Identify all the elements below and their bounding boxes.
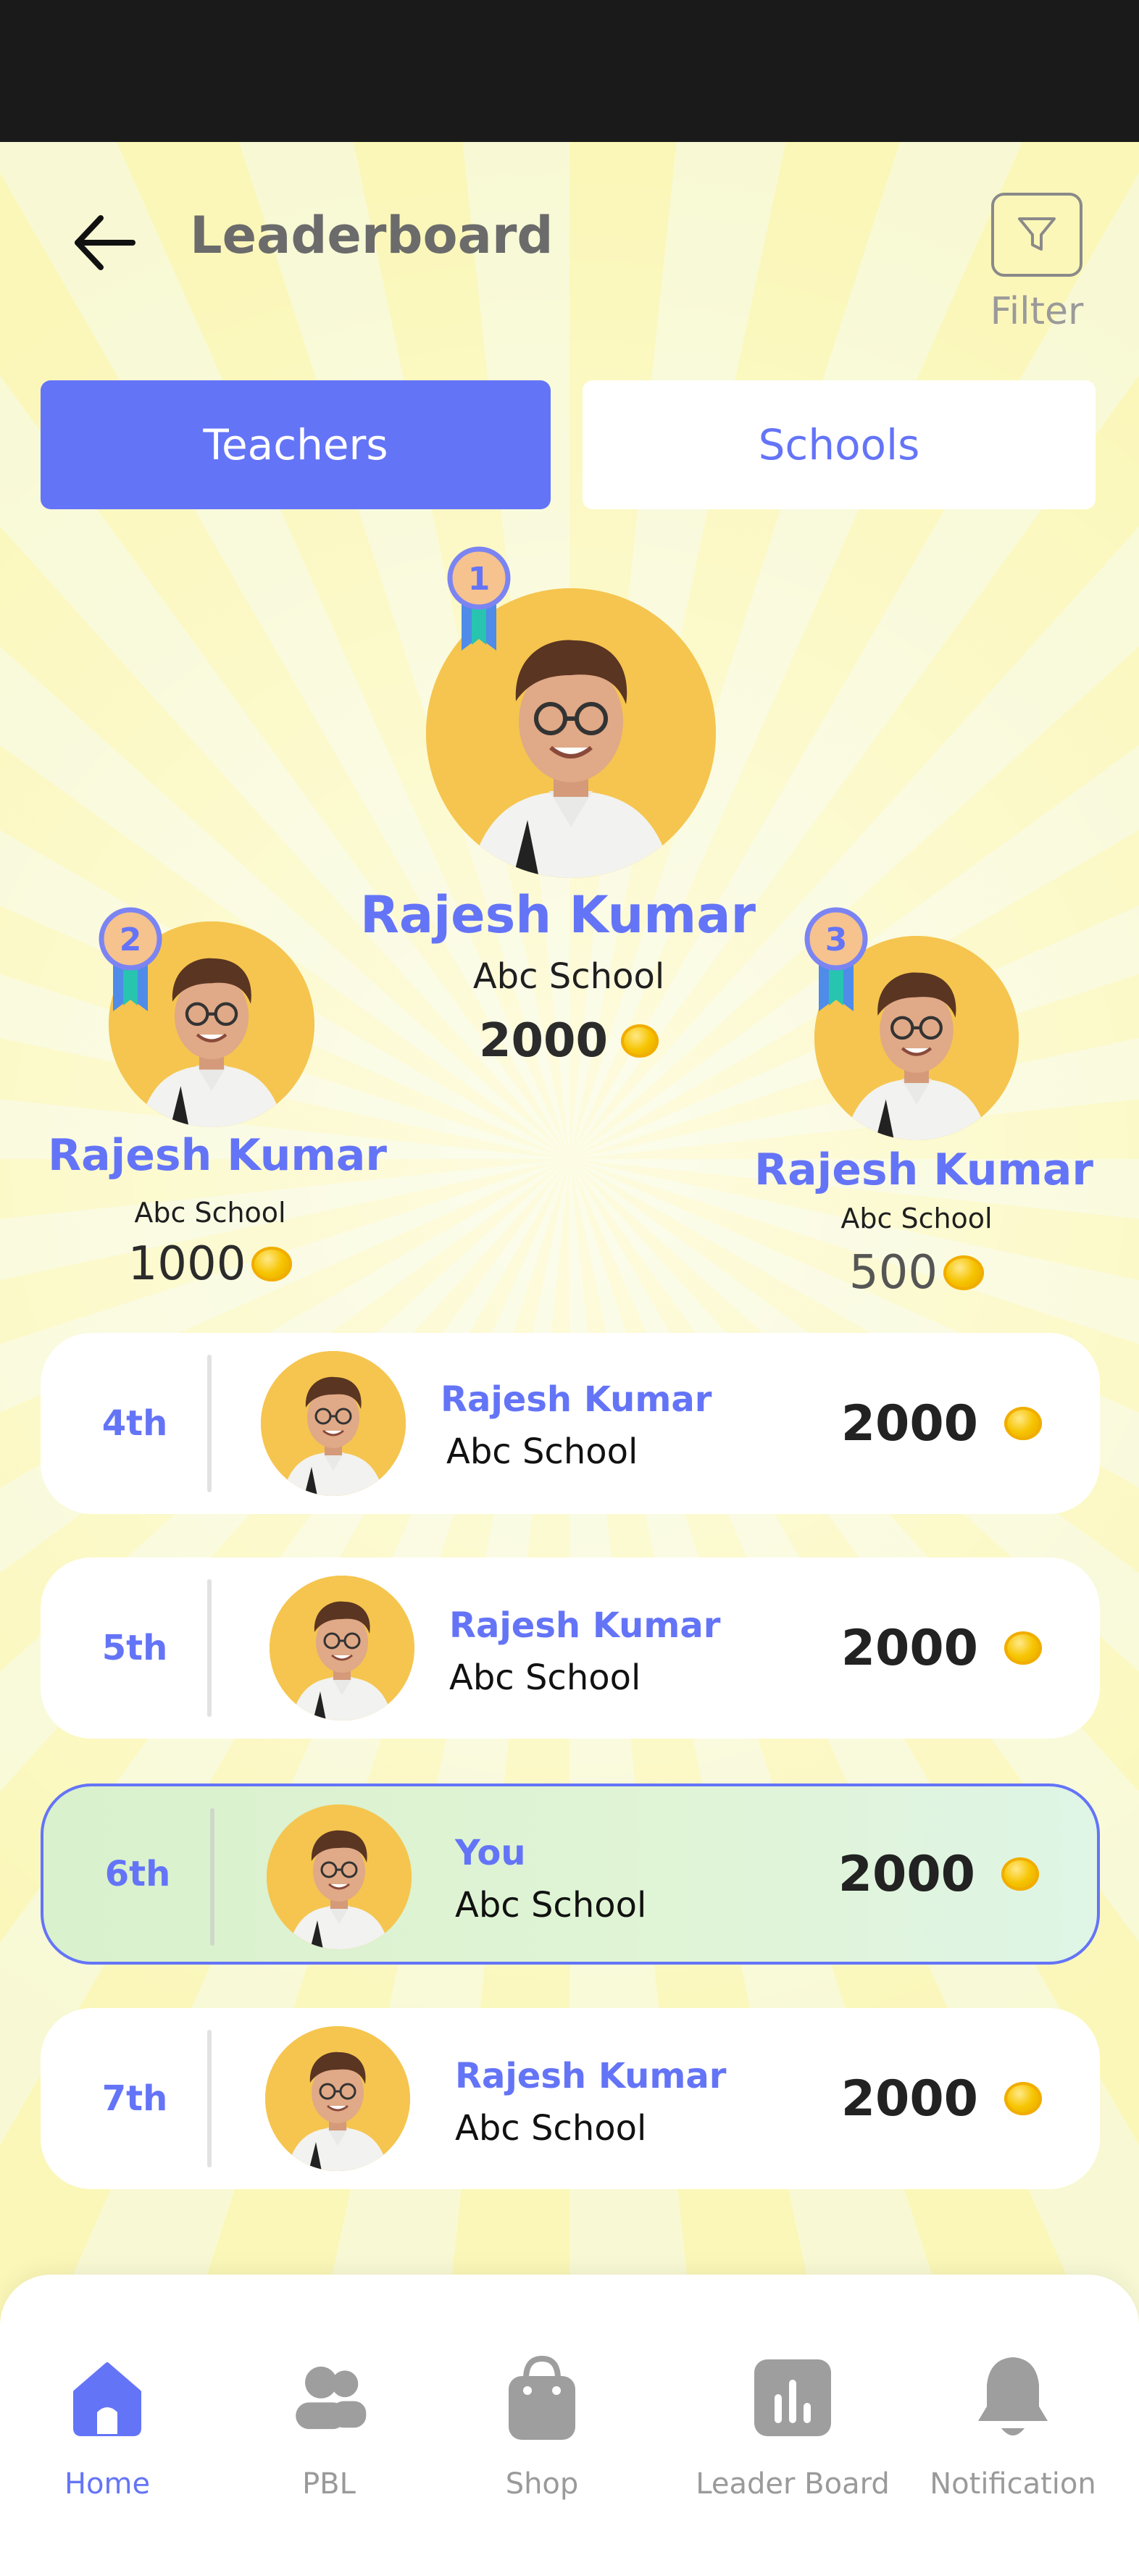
rank-row[interactable]: 5th Rajesh Kumar Abc School 2000	[41, 1557, 1100, 1739]
nav-shop-label: Shop	[505, 2467, 579, 2501]
tab-schools-label: Schools	[758, 420, 920, 469]
filter-label: Filter	[990, 290, 1084, 333]
divider	[210, 1808, 214, 1946]
second-place-points-value: 1000	[128, 1237, 246, 1291]
avatar	[267, 1805, 412, 1949]
third-place-name: Rajesh Kumar	[754, 1145, 1094, 1195]
rank-points-value: 2000	[840, 2070, 978, 2128]
nav-shop[interactable]: Shop	[455, 2354, 629, 2501]
medal-first-icon: 1	[446, 545, 512, 656]
first-place-school: Abc School	[472, 956, 665, 997]
nav-leader-board-label: Leader Board	[696, 2467, 890, 2501]
back-button[interactable]	[64, 203, 143, 283]
rank-name: Rajesh Kumar	[441, 1379, 712, 1420]
coin-icon	[1004, 1631, 1042, 1665]
rank-name: Rajesh Kumar	[455, 2056, 727, 2096]
second-place-name: Rajesh Kumar	[47, 1130, 388, 1181]
rank-school: Abc School	[455, 2108, 647, 2149]
medal-third-number: 3	[825, 921, 848, 958]
users-icon	[289, 2354, 369, 2441]
nav-home[interactable]: Home	[20, 2354, 194, 2501]
medal-second-icon: 2	[97, 906, 164, 1017]
coin-icon	[251, 1247, 293, 1281]
arrow-left-icon	[75, 215, 135, 270]
rank-position: 5th	[101, 1628, 168, 1668]
first-place-points-value: 2000	[478, 1014, 609, 1068]
tab-teachers-label: Teachers	[203, 420, 388, 469]
avatar	[261, 1351, 406, 1496]
nav-notification-label: Notification	[930, 2467, 1096, 2501]
leaderboard-screen: Leaderboard Filter Teachers Schools 1 Ra…	[0, 0, 1139, 2576]
rank-position: 4th	[101, 1403, 168, 1444]
filter-icon	[1018, 217, 1056, 251]
person-photo	[267, 1805, 412, 1949]
rank-school: Abc School	[455, 1885, 647, 1925]
rank-points-value: 2000	[840, 1619, 978, 1677]
bell-icon	[973, 2354, 1053, 2441]
avatar	[270, 1576, 414, 1720]
home-icon	[67, 2354, 147, 2441]
nav-notification[interactable]: Notification	[926, 2354, 1100, 2501]
rank-points: 2000	[841, 1333, 1042, 1514]
rank-points: 2000	[838, 1786, 1039, 1962]
rank-points: 2000	[841, 1557, 1042, 1739]
bottom-navigation: Home PBL Shop Leader Board Notification	[0, 2275, 1139, 2576]
page-title: Leaderboard	[190, 206, 554, 265]
second-place-school: Abc School	[134, 1197, 286, 1229]
tab-schools[interactable]: Schools	[583, 380, 1096, 509]
rank-points: 2000	[841, 2008, 1042, 2189]
nav-leader-board[interactable]: Leader Board	[696, 2354, 890, 2501]
rank-points-value: 2000	[840, 1394, 978, 1452]
coin-icon	[1001, 1857, 1039, 1891]
coin-icon	[621, 1024, 659, 1058]
person-photo	[270, 1576, 414, 1720]
rank-row[interactable]: 4th Rajesh Kumar Abc School 2000	[41, 1333, 1100, 1514]
nav-pbl-label: PBL	[302, 2467, 356, 2501]
avatar	[265, 2026, 410, 2171]
first-place-points: 2000	[341, 1008, 797, 1074]
rank-points-value: 2000	[838, 1845, 975, 1903]
rank-school: Abc School	[449, 1657, 641, 1698]
rank-row-current-user[interactable]: 6th You Abc School 2000	[41, 1783, 1100, 1965]
nav-home-label: Home	[64, 2467, 151, 2501]
bar-chart-icon	[753, 2354, 833, 2441]
medal-second-number: 2	[120, 921, 142, 958]
rank-position: 6th	[104, 1854, 171, 1894]
medal-third-icon: 3	[803, 906, 869, 1017]
divider	[207, 2030, 212, 2167]
rank-name: Rajesh Kumar	[449, 1605, 721, 1646]
coin-icon	[1004, 2082, 1042, 2115]
rank-row[interactable]: 7th Rajesh Kumar Abc School 2000	[41, 2008, 1100, 2189]
person-photo	[261, 1351, 406, 1496]
third-place-points-value: 500	[848, 1246, 938, 1300]
status-bar	[0, 0, 1139, 142]
shopping-bag-icon	[502, 2354, 582, 2441]
divider	[207, 1355, 212, 1492]
tab-teachers[interactable]: Teachers	[41, 380, 551, 509]
first-place-name: Rajesh Kumar	[359, 885, 756, 945]
divider	[207, 1579, 212, 1717]
coin-icon	[1004, 1407, 1042, 1440]
filter-button[interactable]	[991, 193, 1082, 277]
person-photo	[265, 2026, 410, 2171]
third-place-school: Abc School	[840, 1203, 993, 1234]
coin-icon	[943, 1255, 985, 1290]
rank-position: 7th	[101, 2078, 168, 2119]
rank-school: Abc School	[446, 1431, 638, 1472]
third-place-points: 500	[750, 1240, 1083, 1305]
medal-first-number: 1	[468, 561, 491, 598]
second-place-points: 1000	[43, 1231, 377, 1297]
nav-pbl[interactable]: PBL	[242, 2354, 416, 2501]
rank-name: You	[455, 1833, 526, 1873]
